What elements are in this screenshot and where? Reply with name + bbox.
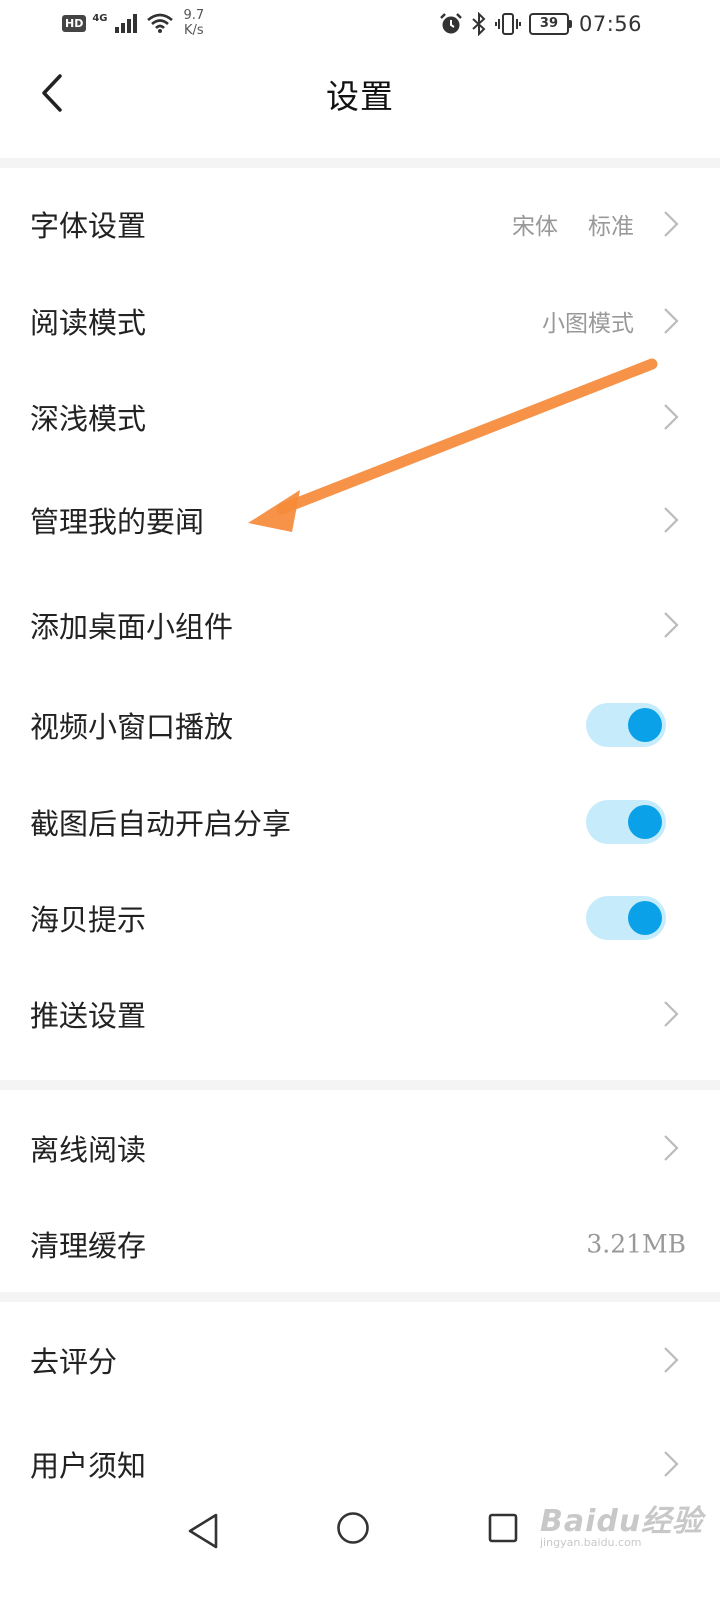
setting-reading-mode-value: 小图模式 <box>542 311 634 337</box>
setting-video-pip-label: 视频小窗口播放 <box>30 710 234 744</box>
toggle-knob <box>628 708 662 742</box>
toggle-knob <box>628 805 662 839</box>
setting-offline-reading[interactable]: 离线阅读 <box>0 1100 720 1196</box>
chevron-right-icon <box>664 1451 679 1477</box>
screenshot-share-toggle[interactable] <box>586 800 666 844</box>
network-speed-unit: K/s <box>184 23 204 38</box>
setting-offline-reading-label: 离线阅读 <box>30 1133 147 1167</box>
setting-screenshot-share-label: 截图后自动开启分享 <box>30 807 292 841</box>
vibrate-icon <box>494 13 521 35</box>
wifi-icon <box>146 13 173 33</box>
setting-haibei-tips-label: 海贝提示 <box>30 903 147 937</box>
setting-rate-label: 去评分 <box>30 1345 118 1379</box>
network-speed: 9.7 K/s <box>184 8 205 38</box>
chevron-right-icon <box>664 308 679 334</box>
setting-rate[interactable]: 去评分 <box>0 1312 720 1408</box>
setting-font-label: 字体设置 <box>30 209 147 243</box>
network-type: 4G <box>92 13 108 24</box>
cache-size: 3.21MB <box>586 1229 686 1259</box>
setting-theme-mode-label: 深浅模式 <box>30 402 147 436</box>
setting-manage-news-label: 管理我的要闻 <box>30 505 205 539</box>
page-title: 设置 <box>326 77 394 116</box>
alarm-icon <box>440 13 462 34</box>
setting-reading-mode[interactable]: 阅读模式 小图模式 <box>0 275 720 367</box>
setting-haibei-tips: 海贝提示 <box>0 870 720 966</box>
status-time: 07:56 <box>578 12 642 36</box>
toggle-knob <box>628 901 662 935</box>
title-bar: 设置 <box>0 50 720 158</box>
battery-icon: 39 <box>528 13 572 35</box>
watermark-brand: Baidu经验 <box>540 1504 704 1539</box>
chevron-right-icon <box>664 1135 679 1161</box>
status-left: HD 4G 9.7 K/s <box>62 8 204 38</box>
hd-icon: HD <box>62 14 87 32</box>
chevron-right-icon <box>664 211 679 237</box>
chevron-right-icon <box>664 404 679 430</box>
status-bar: HD 4G 9.7 K/s 39 07:56 <box>0 0 720 50</box>
setting-add-widget[interactable]: 添加桌面小组件 <box>0 575 720 675</box>
network-speed-value: 9.7 <box>183 8 205 23</box>
chevron-right-icon <box>664 1347 679 1373</box>
setting-font[interactable]: 字体设置 宋体 标准 <box>0 168 720 280</box>
setting-push-label: 推送设置 <box>30 999 147 1033</box>
setting-font-typeface: 宋体 <box>512 214 558 240</box>
chevron-right-icon <box>664 507 679 533</box>
setting-clear-cache[interactable]: 清理缓存 3.21MB <box>0 1196 720 1292</box>
signal-icon <box>114 14 137 33</box>
setting-theme-mode[interactable]: 深浅模式 <box>0 370 720 464</box>
nav-back-icon[interactable] <box>186 1512 220 1550</box>
bluetooth-icon <box>472 12 486 36</box>
chevron-right-icon <box>664 1001 679 1027</box>
setting-add-widget-label: 添加桌面小组件 <box>30 610 234 644</box>
section-divider <box>0 1080 720 1090</box>
setting-user-notice-label: 用户须知 <box>30 1449 147 1483</box>
chevron-right-icon <box>664 612 679 638</box>
setting-clear-cache-label: 清理缓存 <box>30 1229 147 1263</box>
nav-home-icon[interactable] <box>336 1511 370 1545</box>
baidu-watermark: Baidu经验 jingyan.baidu.com <box>540 1496 703 1549</box>
setting-reading-mode-label: 阅读模式 <box>30 306 147 340</box>
nav-recents-icon[interactable] <box>488 1513 518 1543</box>
setting-font-size: 标准 <box>588 214 634 240</box>
video-pip-toggle[interactable] <box>586 703 666 747</box>
setting-push[interactable]: 推送设置 <box>0 966 720 1062</box>
section-divider <box>0 158 720 168</box>
section-divider <box>0 1292 720 1302</box>
setting-manage-news[interactable]: 管理我的要闻 <box>0 470 720 570</box>
status-right: 39 07:56 <box>439 12 642 36</box>
haibei-tips-toggle[interactable] <box>586 896 666 940</box>
setting-video-pip: 视频小窗口播放 <box>0 677 720 773</box>
setting-screenshot-share: 截图后自动开启分享 <box>0 774 720 870</box>
